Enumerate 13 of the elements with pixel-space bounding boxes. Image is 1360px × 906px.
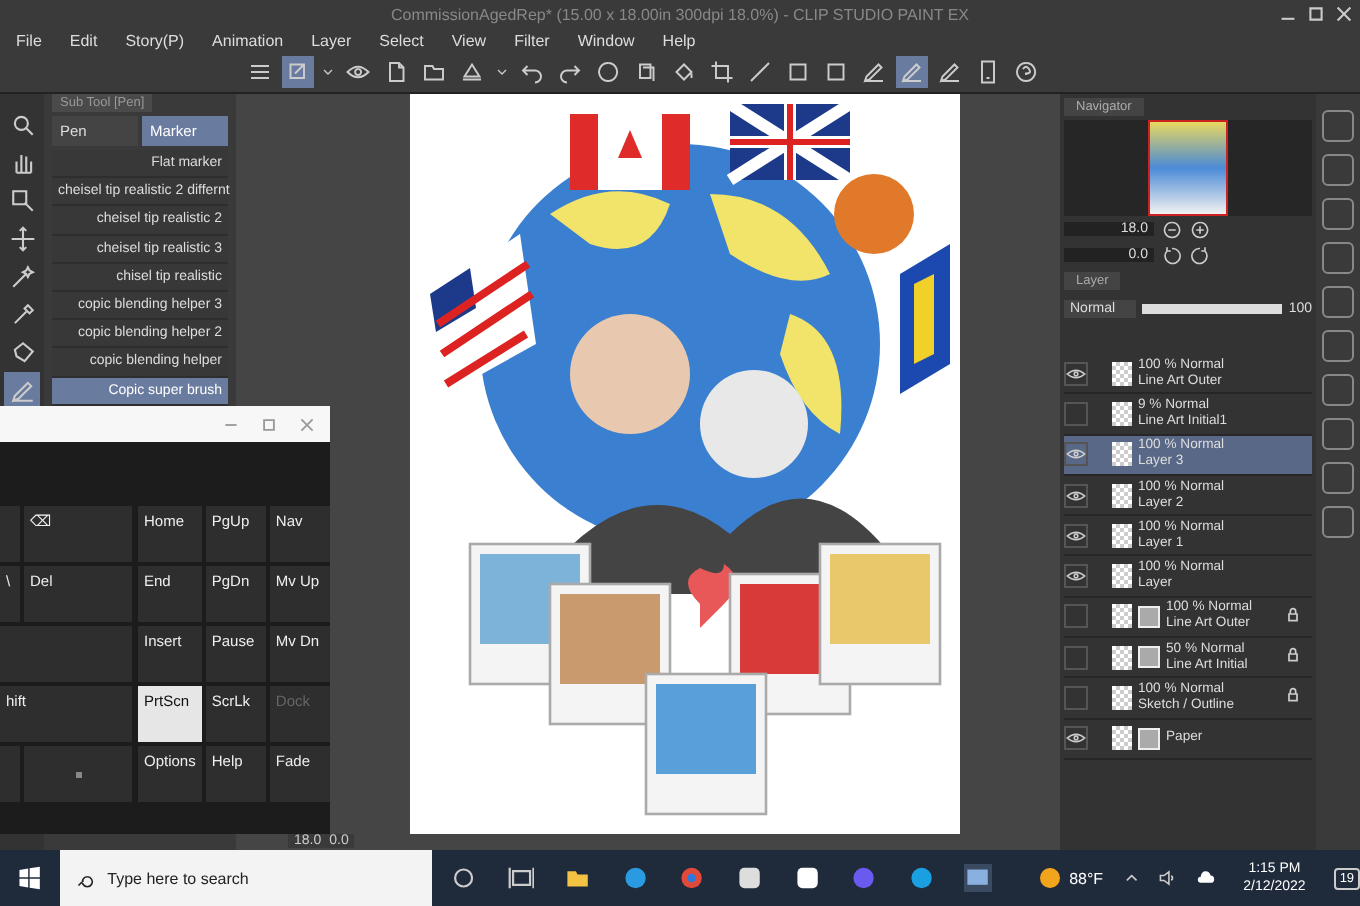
menu-item[interactable]: Window — [577, 31, 635, 49]
menu-item[interactable]: Animation — [212, 31, 284, 49]
menu-item[interactable]: Layer — [311, 31, 352, 49]
search-field[interactable]: Type here to search — [59, 850, 433, 906]
menu-item[interactable]: Help — [662, 31, 696, 49]
window-title: CommissionAgedRep* (15.00 x 18.00in 300dpi 18.0%) - CLIP STUDIO PAINT EX — [390, 5, 970, 23]
menu-item[interactable]: Edit — [69, 31, 98, 49]
menu-item[interactable]: File — [16, 31, 42, 49]
menu-item[interactable]: Filter — [514, 31, 550, 49]
weather-temperature[interactable]: 88°F — [1069, 869, 1104, 887]
menu-item[interactable]: View — [451, 31, 487, 49]
menu-item[interactable]: Select — [379, 31, 424, 49]
menu-item[interactable]: Story(P) — [125, 31, 185, 49]
